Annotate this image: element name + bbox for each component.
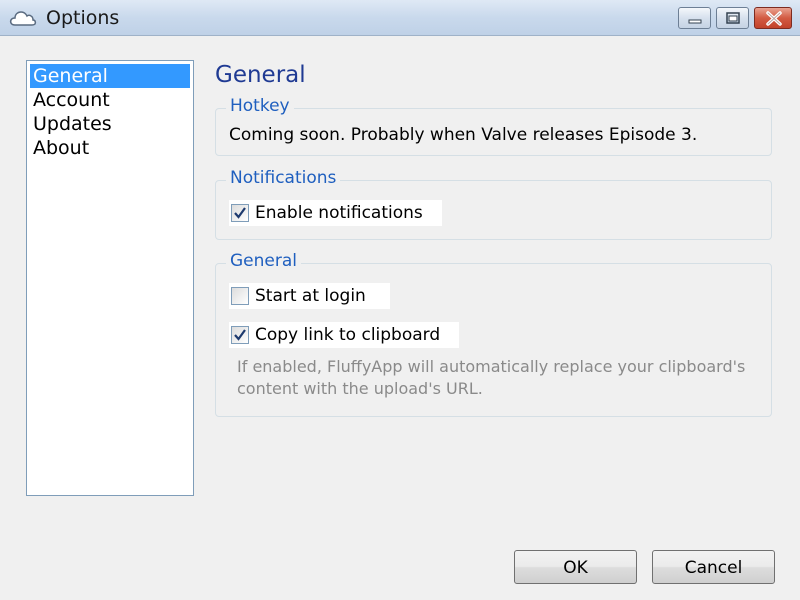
checkmark-icon <box>234 207 246 219</box>
sidebar-item-updates[interactable]: Updates <box>30 112 190 136</box>
enable-notifications-checkbox-box[interactable] <box>231 204 249 222</box>
copy-link-checkbox[interactable]: Copy link to clipboard <box>229 322 459 348</box>
minimize-button[interactable] <box>678 7 711 29</box>
close-button[interactable] <box>754 7 792 29</box>
start-at-login-label: Start at login <box>255 286 366 306</box>
notifications-group-title: Notifications <box>226 167 341 189</box>
hotkey-text: Coming soon. Probably when Valve release… <box>229 125 698 145</box>
start-at-login-checkbox-box[interactable] <box>231 287 249 305</box>
ok-button[interactable]: OK <box>514 550 637 584</box>
maximize-button[interactable] <box>716 7 749 29</box>
title-bar[interactable]: Options <box>0 0 800 36</box>
page-title: General <box>215 62 306 88</box>
start-at-login-checkbox[interactable]: Start at login <box>229 283 390 309</box>
hotkey-group-title: Hotkey <box>226 95 294 117</box>
enable-notifications-checkbox[interactable]: Enable notifications <box>229 200 442 226</box>
cancel-button[interactable]: Cancel <box>652 550 775 584</box>
sidebar-item-general[interactable]: General <box>30 64 190 88</box>
enable-notifications-label: Enable notifications <box>255 203 423 223</box>
cloud-icon <box>8 8 38 28</box>
copy-link-checkbox-box[interactable] <box>231 326 249 344</box>
copy-link-help-text: If enabled, FluffyApp will automatically… <box>237 357 746 398</box>
copy-link-label: Copy link to clipboard <box>255 325 441 345</box>
window-title: Options <box>46 7 120 29</box>
options-category-list[interactable]: General Account Updates About <box>26 60 194 496</box>
checkmark-icon <box>234 329 246 341</box>
sidebar-item-about[interactable]: About <box>30 136 190 160</box>
options-window: Options General Account Updates About Ge… <box>0 0 800 600</box>
general-group-title: General <box>226 250 301 272</box>
sidebar-item-account[interactable]: Account <box>30 88 190 112</box>
